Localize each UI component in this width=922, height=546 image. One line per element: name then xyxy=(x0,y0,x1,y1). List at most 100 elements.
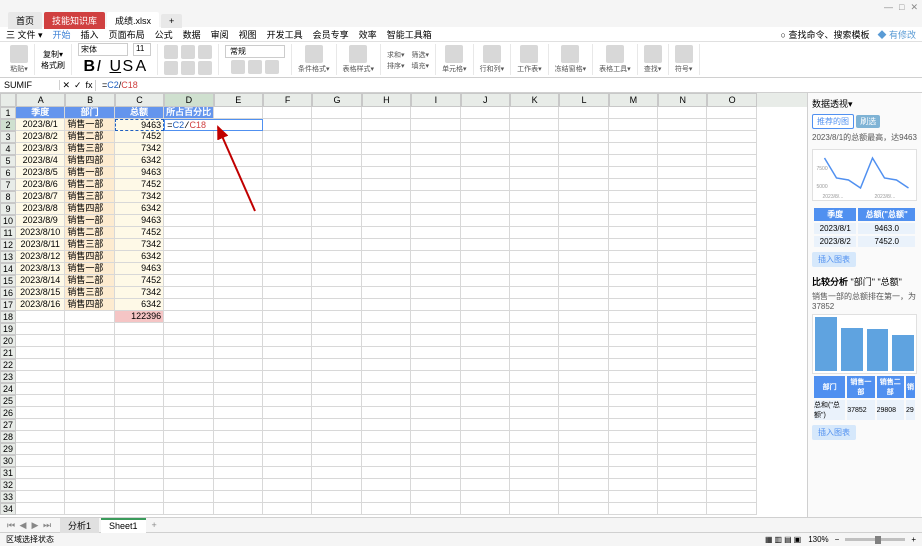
cell[interactable] xyxy=(411,383,460,395)
doc-tab[interactable]: 成绩.xlsx xyxy=(107,12,159,29)
col-header[interactable]: L xyxy=(559,93,608,107)
cell[interactable] xyxy=(65,347,114,359)
cell[interactable] xyxy=(164,299,213,311)
cell[interactable] xyxy=(164,143,213,155)
cell[interactable] xyxy=(312,215,361,227)
cell[interactable] xyxy=(65,359,114,371)
cell[interactable] xyxy=(214,467,263,479)
row-header[interactable]: 34 xyxy=(0,503,16,515)
cell[interactable] xyxy=(658,443,707,455)
dept-cell[interactable]: 销售三部 xyxy=(65,143,114,155)
cell[interactable] xyxy=(164,467,213,479)
cell[interactable] xyxy=(411,131,460,143)
menu-item[interactable]: 插入 xyxy=(81,28,99,41)
cell[interactable] xyxy=(115,443,164,455)
cell[interactable] xyxy=(263,227,312,239)
cell[interactable] xyxy=(609,251,658,263)
cell[interactable] xyxy=(16,467,65,479)
cell[interactable] xyxy=(362,179,411,191)
sheet-nav-arrow[interactable]: ▶ xyxy=(30,520,40,531)
number-format-select[interactable]: 常规 xyxy=(225,45,285,58)
row-header[interactable]: 29 xyxy=(0,443,16,455)
col-header[interactable]: B xyxy=(65,93,114,107)
cell[interactable] xyxy=(411,479,460,491)
amount-cell[interactable]: 7452 xyxy=(115,227,164,239)
cell[interactable] xyxy=(65,491,114,503)
cell[interactable] xyxy=(214,191,263,203)
cell[interactable] xyxy=(411,311,460,323)
cell[interactable] xyxy=(658,119,707,131)
cell[interactable] xyxy=(510,479,559,491)
cell[interactable] xyxy=(559,503,608,515)
cell[interactable] xyxy=(609,335,658,347)
worksheet-icon[interactable] xyxy=(520,45,538,63)
minimize-icon[interactable]: — xyxy=(884,2,893,13)
amount-cell[interactable]: 6342 xyxy=(115,203,164,215)
cell[interactable] xyxy=(510,227,559,239)
cell[interactable] xyxy=(362,119,411,131)
cell[interactable] xyxy=(312,503,361,515)
cell[interactable] xyxy=(461,431,510,443)
col-header[interactable]: I xyxy=(411,93,460,107)
cell[interactable] xyxy=(559,359,608,371)
cell[interactable] xyxy=(658,299,707,311)
header-cell[interactable]: 部门 xyxy=(65,107,114,119)
cell[interactable] xyxy=(461,215,510,227)
cell[interactable] xyxy=(263,359,312,371)
cell[interactable] xyxy=(263,191,312,203)
cell[interactable] xyxy=(707,107,756,119)
doc-tab[interactable]: + xyxy=(161,14,182,28)
cell[interactable] xyxy=(707,227,756,239)
row-header[interactable]: 23 xyxy=(0,371,16,383)
row-header[interactable]: 24 xyxy=(0,383,16,395)
cell[interactable] xyxy=(164,431,213,443)
cell[interactable] xyxy=(362,215,411,227)
row-header[interactable]: 2 xyxy=(0,119,16,131)
cell[interactable] xyxy=(658,275,707,287)
total-cell[interactable]: 122396 xyxy=(115,311,164,323)
cell[interactable] xyxy=(312,455,361,467)
cell[interactable] xyxy=(707,131,756,143)
align-center-icon[interactable] xyxy=(181,45,195,59)
col-header[interactable]: G xyxy=(312,93,361,107)
cell[interactable] xyxy=(510,119,559,131)
cell[interactable] xyxy=(510,395,559,407)
cell[interactable] xyxy=(658,143,707,155)
menu-item[interactable]: 审阅 xyxy=(211,28,229,41)
cell[interactable] xyxy=(263,143,312,155)
cell[interactable] xyxy=(214,455,263,467)
cell[interactable] xyxy=(707,119,756,131)
cell[interactable] xyxy=(510,335,559,347)
cell[interactable] xyxy=(263,431,312,443)
cell[interactable] xyxy=(214,371,263,383)
cell[interactable] xyxy=(362,155,411,167)
cell[interactable] xyxy=(16,383,65,395)
cell[interactable] xyxy=(510,431,559,443)
cell[interactable] xyxy=(559,443,608,455)
cell[interactable] xyxy=(411,335,460,347)
cell[interactable] xyxy=(461,143,510,155)
cell[interactable] xyxy=(658,227,707,239)
cell[interactable] xyxy=(461,419,510,431)
dept-cell[interactable]: 销售二部 xyxy=(65,275,114,287)
cell[interactable] xyxy=(214,335,263,347)
cell[interactable] xyxy=(609,287,658,299)
dept-cell[interactable]: 销售二部 xyxy=(65,179,114,191)
cell[interactable] xyxy=(312,311,361,323)
cell[interactable] xyxy=(609,443,658,455)
cell[interactable] xyxy=(362,467,411,479)
cell[interactable] xyxy=(164,227,213,239)
align-right-icon[interactable] xyxy=(198,45,212,59)
cell[interactable] xyxy=(312,239,361,251)
cell[interactable] xyxy=(559,419,608,431)
cell[interactable] xyxy=(707,419,756,431)
cell[interactable] xyxy=(658,323,707,335)
cell[interactable] xyxy=(263,491,312,503)
cell[interactable] xyxy=(609,203,658,215)
cell[interactable] xyxy=(312,143,361,155)
cell[interactable] xyxy=(312,227,361,239)
cell[interactable] xyxy=(658,395,707,407)
zoom-in-button[interactable]: + xyxy=(911,535,916,544)
cell[interactable] xyxy=(263,311,312,323)
cell[interactable] xyxy=(510,467,559,479)
